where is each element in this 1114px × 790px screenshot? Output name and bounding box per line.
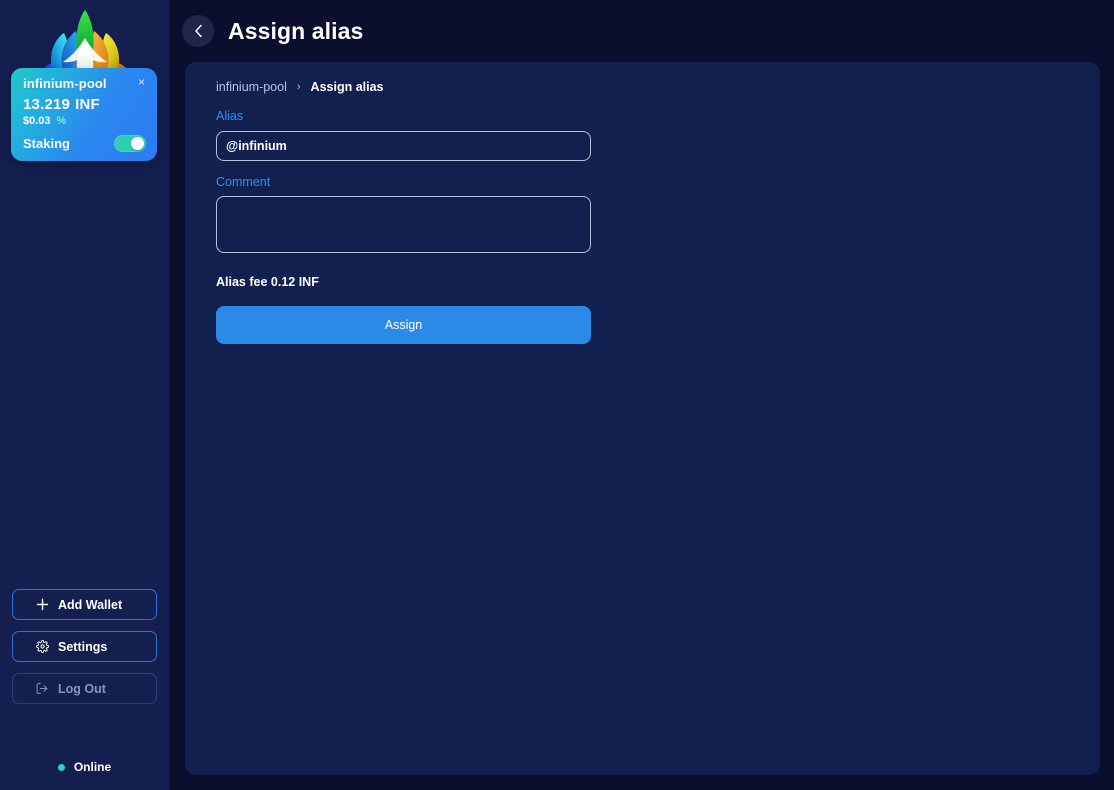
- wallet-name: infinium-pool: [23, 76, 107, 91]
- wallet-balance-amount: 13.219: [23, 96, 71, 113]
- close-icon[interactable]: ×: [137, 76, 146, 88]
- breadcrumb: infinium-pool › Assign alias: [216, 79, 1100, 95]
- sidebar: infinium-pool × 13.219 INF $0.03 % Stakin…: [0, 0, 169, 790]
- status-dot-icon: [57, 763, 65, 771]
- staking-label: Staking: [23, 136, 70, 151]
- staking-row: Staking: [23, 135, 146, 152]
- comment-textarea[interactable]: [216, 196, 591, 253]
- wallet-card[interactable]: infinium-pool × 13.219 INF $0.03 % Stakin…: [11, 68, 157, 161]
- comment-field-label: Comment: [216, 174, 271, 189]
- wallet-change-percent: %: [56, 115, 67, 127]
- add-wallet-button[interactable]: Add Wallet: [12, 589, 157, 620]
- wallet-balance-currency: INF: [75, 96, 100, 113]
- main-area: Assign alias infinium-pool › Assign alia…: [169, 0, 1114, 790]
- wallet-fiat-row: $0.03 %: [23, 116, 146, 127]
- logout-icon: [35, 682, 49, 696]
- assign-button[interactable]: Assign: [216, 305, 591, 344]
- alias-input[interactable]: [216, 130, 591, 161]
- wallet-fiat-value: $0.03: [23, 115, 51, 127]
- gear-icon: [35, 640, 49, 654]
- alias-fee-text: Alias fee 0.12 INF: [216, 275, 319, 289]
- log-out-label: Log Out: [58, 681, 106, 696]
- status-label: Online: [73, 760, 112, 774]
- sidebar-actions: Add Wallet Settings Log Out: [12, 589, 157, 715]
- plus-icon: [35, 598, 49, 612]
- content-panel: infinium-pool › Assign alias Alias Comme…: [185, 62, 1100, 775]
- chevron-right-icon: ›: [296, 80, 301, 93]
- wallet-card-header: infinium-pool ×: [23, 76, 146, 91]
- topbar: Assign alias: [169, 0, 1114, 62]
- app-root: infinium-pool × 13.219 INF $0.03 % Stakin…: [0, 0, 1114, 790]
- back-button[interactable]: [182, 15, 214, 47]
- chevron-left-icon: [194, 24, 202, 38]
- breadcrumb-parent[interactable]: infinium-pool: [216, 81, 287, 94]
- add-wallet-label: Add Wallet: [58, 597, 123, 612]
- staking-toggle-knob: [131, 137, 144, 150]
- staking-toggle[interactable]: [114, 135, 146, 152]
- log-out-button[interactable]: Log Out: [12, 673, 157, 704]
- alias-field-label: Alias: [216, 109, 244, 123]
- settings-button[interactable]: Settings: [12, 631, 157, 662]
- breadcrumb-current: Assign alias: [310, 79, 384, 94]
- status-badge: Online: [0, 760, 169, 774]
- page-title: Assign alias: [228, 17, 364, 44]
- wallet-balance: 13.219 INF: [23, 97, 146, 112]
- infinium-leaf-logo-icon: [42, 10, 127, 78]
- settings-label: Settings: [58, 639, 108, 654]
